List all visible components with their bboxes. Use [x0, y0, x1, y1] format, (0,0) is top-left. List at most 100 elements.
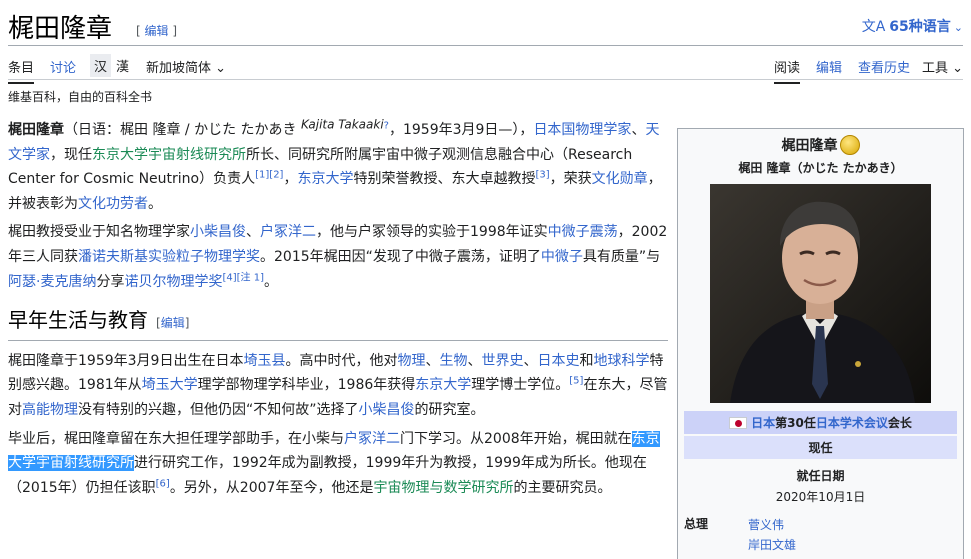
ref-link[interactable]: [5]: [569, 376, 583, 387]
link-totsuka[interactable]: 户冢洋二: [344, 431, 400, 447]
text: ，1959年3月9日—），: [388, 122, 534, 138]
took-office-label: 就任日期: [796, 469, 845, 483]
link-pm-suga[interactable]: 菅义伟: [748, 515, 796, 535]
link-japanese-history[interactable]: 日本史: [537, 353, 579, 369]
link-japan[interactable]: 日本: [751, 416, 775, 430]
text: 理学博士学位。: [471, 377, 570, 394]
ref-link[interactable]: [4]: [222, 272, 236, 283]
chevron-down-icon: ⌄: [215, 61, 227, 76]
romaji: Kajita Takaaki: [300, 117, 384, 132]
title-edit-section: [ 编辑 ]: [136, 22, 177, 39]
text: 和: [579, 352, 594, 369]
text: 梶田教授受业于知名物理学家: [8, 224, 190, 241]
section-title: 早年生活与教育: [8, 308, 148, 333]
text: 门下学习。从2008年开始，梶田就在: [400, 430, 632, 447]
section-edit-link[interactable]: 编辑: [161, 316, 185, 330]
link-tokyo-university[interactable]: 东京大学: [297, 171, 353, 187]
text: 。另外，从2007年至今，他还是: [169, 479, 374, 496]
text: 的研究室。: [414, 401, 485, 418]
tab-read[interactable]: 阅读: [774, 57, 801, 84]
ref-link[interactable]: [3]: [535, 170, 549, 181]
page-title: 梶田隆章: [8, 14, 113, 44]
text: 、: [425, 352, 440, 369]
tab-history[interactable]: 查看历史: [858, 57, 910, 76]
title-bar: 梶田隆章 [ 编辑 ] 文A 65种语言 ⌄: [8, 4, 963, 46]
link-pm-kishida[interactable]: 岸田文雄: [748, 535, 796, 555]
infobox-native-name: 梶田 隆章（かじた たかあき）: [738, 161, 903, 175]
text: 。: [148, 195, 162, 212]
text: 特别荣誉教授、东大卓越教授: [353, 171, 536, 188]
language-count: 65种语言: [889, 19, 951, 35]
link-koshiba[interactable]: 小柴昌俊: [359, 402, 415, 418]
infobox-current-badge: 现任: [684, 436, 957, 459]
link-icrr[interactable]: 东京大学宇宙射线研究所: [92, 147, 246, 163]
script-simplified-button[interactable]: 汉: [90, 54, 112, 77]
link-earth-science[interactable]: 地球科学: [593, 353, 649, 369]
language-button[interactable]: 文A 65种语言 ⌄: [862, 16, 963, 36]
tab-edit[interactable]: 编辑: [816, 57, 842, 76]
tabs-bar: 条目 讨论 汉 漢 新加坡简体 ⌄ 阅读 编辑 查看历史 工具 ⌄: [8, 50, 963, 84]
link-biology[interactable]: 生物: [439, 353, 467, 369]
portrait-photo[interactable]: [710, 184, 931, 403]
office-role: 会长: [887, 416, 912, 430]
script-traditional-button[interactable]: 漢: [112, 54, 133, 77]
ref-link[interactable]: [6]: [156, 478, 170, 489]
link-saitama-university[interactable]: 埼玉大学: [142, 377, 198, 393]
tools-dropdown[interactable]: 工具 ⌄: [922, 57, 963, 76]
link-panofsky-prize[interactable]: 潘诺夫斯基实验粒子物理学奖: [78, 249, 260, 265]
text: 。2015年梶田因“发现了中微子震荡，证明了: [260, 248, 541, 265]
portrait-illustration: [710, 184, 931, 403]
tab-article[interactable]: 条目: [8, 57, 35, 84]
link-koshiba[interactable]: 小柴昌俊: [190, 224, 246, 240]
title-edit-link[interactable]: 编辑: [145, 24, 169, 38]
infobox: 梶田隆章 梶田 隆章（かじた たかあき） 日本第30任日本学术会议会长 现任 就…: [677, 128, 964, 559]
link-physicist[interactable]: 日本国物理学家: [533, 122, 631, 138]
chevron-down-icon: ⌄: [952, 61, 963, 76]
ref-link[interactable]: [2]: [269, 170, 283, 181]
section-edit: [编辑]: [156, 316, 189, 330]
link-high-energy-physics[interactable]: 高能物理: [22, 402, 78, 418]
infobox-title: 梶田隆章: [678, 135, 963, 155]
text: 、: [246, 224, 260, 241]
tab-talk[interactable]: 讨论: [50, 57, 76, 76]
text: ，: [283, 171, 298, 188]
note-link[interactable]: [注 1]: [237, 272, 264, 283]
bracket-close: ]: [184, 316, 190, 331]
text: ，荣获: [549, 171, 592, 188]
link-tokyo-university[interactable]: 东京大学: [415, 377, 471, 393]
variant-dropdown[interactable]: 新加坡简体 ⌄: [146, 57, 226, 76]
infobox-name: 梶田隆章: [781, 138, 838, 154]
subject-name: 梶田隆章: [8, 122, 64, 138]
link-totsuka[interactable]: 户冢洋二: [260, 224, 316, 240]
link-neutrino[interactable]: 中微子: [541, 249, 583, 265]
text: 。: [263, 273, 278, 290]
link-science-council[interactable]: 日本学术会议: [816, 416, 888, 430]
office-ordinal: 第30任: [775, 416, 816, 430]
link-world-history[interactable]: 世界史: [481, 353, 523, 369]
text: 、: [631, 122, 646, 138]
site-tagline: 维基百科，自由的百科全书: [8, 90, 153, 104]
link-order-of-culture[interactable]: 文化勋章: [592, 171, 648, 187]
japan-flag-icon: [729, 416, 748, 429]
text: 具有质量”与: [582, 248, 661, 265]
ref-link[interactable]: [1]: [255, 170, 269, 181]
pm-label: 总理: [684, 517, 709, 531]
section-heading-early-life: 早年生活与教育 [编辑]: [8, 308, 668, 341]
link-nobel-physics[interactable]: 诺贝尔物理学奖: [124, 274, 222, 290]
link-ipmu[interactable]: 宇宙物理与数学研究所: [373, 480, 513, 496]
bracket-open: [: [136, 24, 141, 38]
link-neutrino-oscillation[interactable]: 中微子震荡: [548, 224, 618, 240]
early-life-paragraph-1: 梶田隆章于1959年3月9日出生在日本埼玉县。高中时代，他对物理、生物、世界史、…: [8, 349, 668, 423]
lead-paragraph-1: 梶田隆章（日语：梶田 隆章 / かじた たかあき Kajita Takaaki?…: [8, 118, 668, 216]
link-saitama[interactable]: 埼玉县: [243, 353, 285, 369]
link-mcdonald[interactable]: 阿瑟·麦克唐纳: [8, 274, 96, 290]
variant-label: 新加坡简体: [146, 61, 212, 76]
link-physics[interactable]: 物理: [397, 353, 425, 369]
text: 、: [467, 352, 482, 369]
lead-paragraph-2: 梶田教授受业于知名物理学家小柴昌俊、户冢洋二，他与户冢领导的实验于1998年证实…: [8, 220, 668, 294]
text: ，现任: [50, 146, 92, 163]
link-person-of-cultural-merit[interactable]: 文化功劳者: [78, 196, 148, 212]
took-office-value: 2020年10月1日: [775, 490, 866, 504]
bracket-close: ]: [172, 24, 178, 38]
text: 梶田隆章于1959年3月9日出生在日本: [8, 352, 244, 369]
